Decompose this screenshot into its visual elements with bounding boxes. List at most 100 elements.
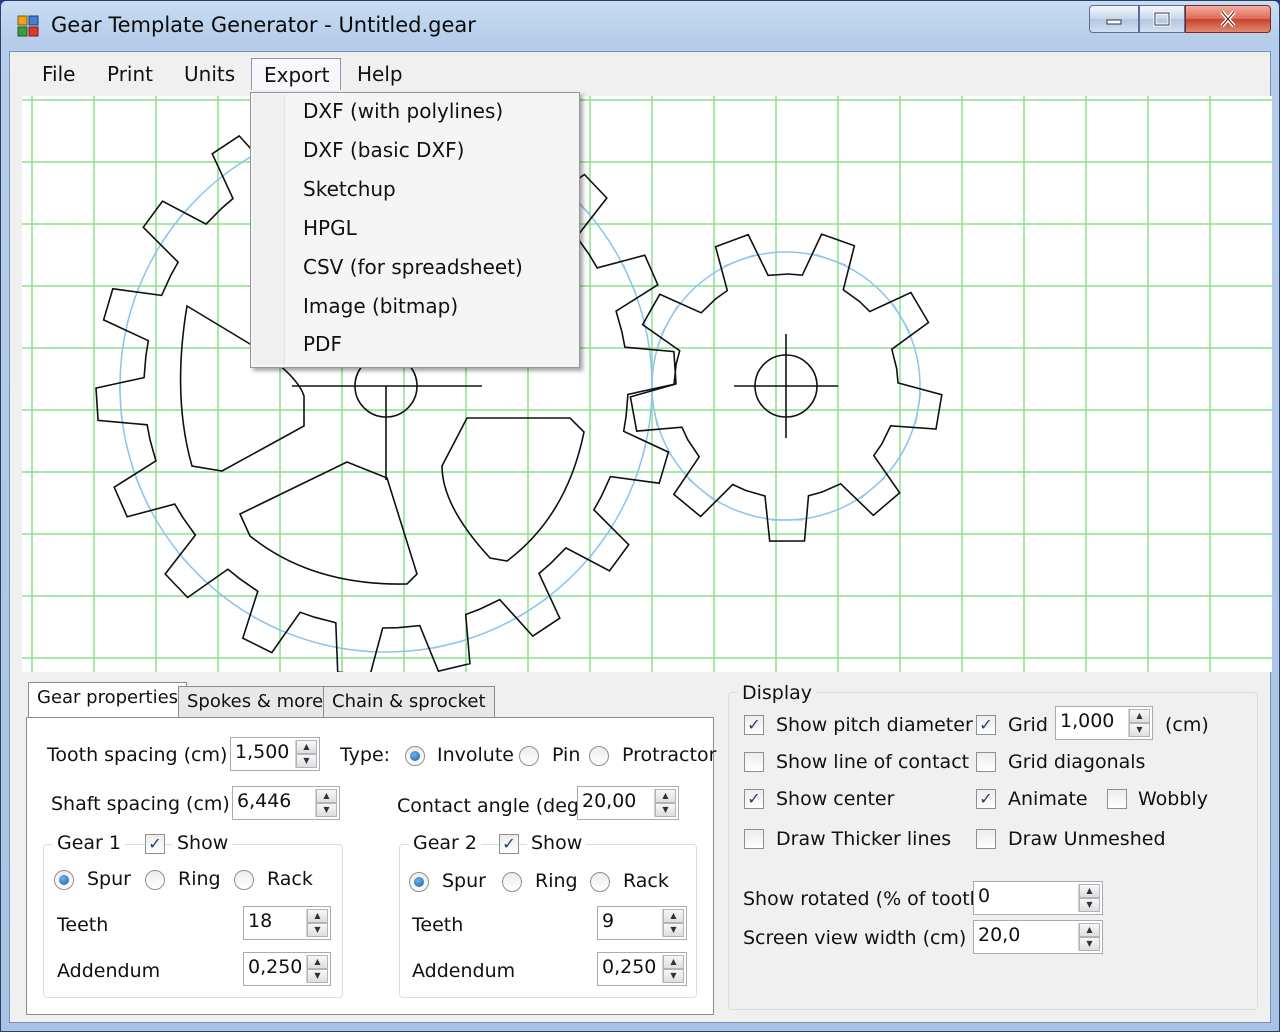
spin-down-icon[interactable]: ▼: [1129, 723, 1150, 737]
gear2-pitch-tick: [687, 478, 714, 500]
gear2-rack-radio[interactable]: [590, 872, 610, 892]
shaft-spacing-spinner[interactable]: 6,446 ▲ ▼: [232, 786, 340, 820]
title-bar[interactable]: Gear Template Generator - Untitled.gear: [1, 1, 1279, 51]
show-center-checkbox[interactable]: ✓: [744, 789, 764, 809]
spin-down-icon[interactable]: ▼: [316, 803, 337, 817]
gear1-rack-radio[interactable]: [234, 870, 254, 890]
gear2-pitch-tick: [815, 253, 847, 266]
gear1-addendum-spinner[interactable]: 0,250 ▲ ▼: [243, 952, 331, 986]
spin-up-icon[interactable]: ▲: [307, 955, 328, 969]
spin-down-icon[interactable]: ▼: [663, 923, 684, 937]
show-rotated-spinner[interactable]: 0 ▲ ▼: [973, 881, 1103, 915]
grid-diagonals-checkbox[interactable]: [976, 752, 996, 772]
minimize-button[interactable]: [1089, 5, 1139, 33]
gear-canvas[interactable]: [22, 96, 1272, 672]
export-csv[interactable]: CSV (for spreadsheet): [303, 249, 523, 285]
maximize-icon: [1153, 11, 1171, 27]
type-pin-radio[interactable]: [519, 746, 539, 766]
wobbly-checkbox[interactable]: [1107, 789, 1127, 809]
gear2-ring-radio[interactable]: [502, 872, 522, 892]
export-image[interactable]: Image (bitmap): [303, 288, 458, 324]
spin-down-icon[interactable]: ▼: [307, 969, 328, 983]
export-sketchup[interactable]: Sketchup: [303, 171, 396, 207]
gear2-pitch-tick: [892, 304, 911, 333]
spin-up-icon[interactable]: ▲: [316, 789, 337, 803]
gear1-teeth-spinner[interactable]: 18 ▲ ▼: [243, 906, 331, 940]
tab-gear-properties[interactable]: Gear properties: [28, 682, 188, 718]
animate-checkbox[interactable]: ✓: [976, 789, 996, 809]
grid-checkbox[interactable]: ✓: [976, 715, 996, 735]
spin-up-icon[interactable]: ▲: [1079, 923, 1100, 937]
tooth-spacing-spinner[interactable]: 1,500 ▲ ▼: [230, 737, 320, 771]
spin-down-icon[interactable]: ▼: [663, 969, 684, 983]
gear2-show-checkbox[interactable]: ✓: [499, 834, 519, 854]
spin-up-icon[interactable]: ▲: [655, 789, 676, 803]
gear2-ring-label: Ring: [535, 870, 578, 892]
gear1-spur-radio[interactable]: [54, 870, 74, 890]
grid-size-spinner[interactable]: 1,000 ▲ ▼: [1055, 706, 1153, 740]
tab-chain-sprocket[interactable]: Chain & sprocket: [323, 686, 495, 718]
gear1-pitch-tick: [432, 640, 465, 649]
draw-thicker-lines-label: Draw Thicker lines: [776, 828, 952, 850]
gear2-spur-radio[interactable]: [409, 872, 429, 892]
gear1-ring-label: Ring: [178, 868, 221, 890]
animate-label: Animate: [1008, 788, 1088, 810]
gear1-ring-radio[interactable]: [145, 870, 165, 890]
export-pdf[interactable]: PDF: [303, 326, 342, 362]
spin-down-icon[interactable]: ▼: [1079, 937, 1100, 951]
draw-unmeshed-checkbox[interactable]: [976, 829, 996, 849]
type-protractor-radio[interactable]: [589, 746, 609, 766]
draw-thicker-lines-checkbox[interactable]: [744, 829, 764, 849]
spin-up-icon[interactable]: ▲: [1079, 884, 1100, 898]
gear-drawing[interactable]: [22, 96, 1272, 672]
contact-angle-spinner[interactable]: 20,00 ▲ ▼: [577, 786, 679, 820]
show-pitch-diameter-checkbox[interactable]: ✓: [744, 715, 764, 735]
screen-view-width-spinner[interactable]: 20,0 ▲ ▼: [973, 920, 1103, 954]
type-involute-label: Involute: [437, 744, 514, 766]
close-button[interactable]: [1185, 5, 1271, 33]
spin-up-icon[interactable]: ▲: [296, 740, 317, 754]
gear1-title: Gear 1: [53, 832, 125, 854]
menu-file[interactable]: File: [30, 58, 87, 90]
spin-up-icon[interactable]: ▲: [663, 955, 684, 969]
gear2-teeth-spinner[interactable]: 9 ▲ ▼: [597, 906, 687, 940]
contact-angle-label: Contact angle (deg): [397, 795, 587, 817]
export-dropdown: DXF (with polylines) DXF (basic DXF) Ske…: [250, 92, 580, 368]
maximize-button[interactable]: [1139, 5, 1185, 33]
window-title: Gear Template Generator - Untitled.gear: [51, 13, 476, 37]
gear2-pitch-tick: [860, 477, 886, 499]
gear1-pitch-tick: [519, 598, 547, 617]
tooth-spacing-label: Tooth spacing (cm): [47, 744, 228, 766]
type-involute-radio[interactable]: [405, 746, 425, 766]
menu-export[interactable]: Export: [251, 58, 341, 90]
export-hpgl[interactable]: HPGL: [303, 210, 357, 246]
gear2-addendum-spinner[interactable]: 0,250 ▲ ▼: [597, 952, 687, 986]
gear1-show-checkbox[interactable]: ✓: [145, 834, 165, 854]
spin-up-icon[interactable]: ▲: [307, 909, 328, 923]
spin-down-icon[interactable]: ▼: [1079, 898, 1100, 912]
menu-bar: File Print Units Export Help: [10, 52, 1270, 96]
gear1-addendum-label: Addendum: [57, 960, 161, 982]
spin-down-icon[interactable]: ▼: [296, 754, 317, 768]
shaft-spacing-label: Shaft spacing (cm): [51, 793, 230, 815]
menu-print[interactable]: Print: [95, 58, 165, 90]
show-rotated-value: 0: [978, 885, 991, 907]
grid-diagonals-label: Grid diagonals: [1008, 751, 1146, 773]
type-label: Type:: [340, 744, 391, 766]
show-line-of-contact-checkbox[interactable]: [744, 752, 764, 772]
gear2-teeth-value: 9: [602, 910, 615, 932]
spin-up-icon[interactable]: ▲: [1129, 709, 1150, 723]
gear1-spur-label: Spur: [87, 868, 131, 890]
app-window: Gear Template Generator - Untitled.gear …: [0, 0, 1280, 1032]
menu-units[interactable]: Units: [172, 58, 247, 90]
export-dxf-polylines[interactable]: DXF (with polylines): [303, 93, 503, 129]
menu-help[interactable]: Help: [345, 58, 415, 90]
spin-down-icon[interactable]: ▼: [655, 803, 676, 817]
tab-spokes[interactable]: Spokes & more: [178, 686, 333, 718]
spin-up-icon[interactable]: ▲: [663, 909, 684, 923]
gear2-pitch-tick: [724, 254, 755, 267]
export-dxf-basic[interactable]: DXF (basic DXF): [303, 132, 464, 168]
gear1-addendum-value: 0,250: [248, 956, 303, 978]
spin-down-icon[interactable]: ▼: [307, 923, 328, 937]
gear-properties-page: Tooth spacing (cm) 1,500 ▲ ▼ Type: Involu…: [26, 717, 716, 1015]
